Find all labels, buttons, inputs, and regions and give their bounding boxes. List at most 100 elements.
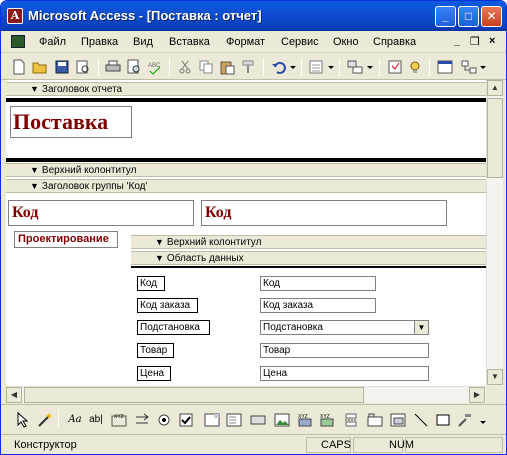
dropdown-arrow-icon[interactable]: ▼ <box>414 321 428 334</box>
group-code-field[interactable]: Код <box>201 200 447 226</box>
access-window: A Microsoft Access - [Поставка : отчет] … <box>0 0 507 455</box>
vertical-scrollbar[interactable]: ▲ ▼ <box>486 80 503 386</box>
access-key-icon[interactable]: A <box>7 8 23 24</box>
section-arrow-icon: ▼ <box>30 165 39 175</box>
menu-format[interactable]: Формат <box>226 36 265 48</box>
section-arrow-icon: ▼ <box>30 181 39 191</box>
subform-tool-icon[interactable] <box>390 412 406 428</box>
sorting-grouping-icon[interactable] <box>347 59 363 75</box>
section-group-header[interactable]: ▼ Заголовок группы 'Код' <box>6 179 486 193</box>
menu-file[interactable]: Файл <box>39 36 66 48</box>
field-textbox[interactable]: Код <box>260 276 376 291</box>
section-arrow-icon: ▼ <box>155 253 164 263</box>
label-tool-icon[interactable]: Aa <box>67 412 83 428</box>
option-button-tool-icon[interactable] <box>156 412 172 428</box>
subreport-label[interactable]: Проектирование <box>14 231 118 248</box>
line-tool-icon[interactable] <box>413 412 429 428</box>
field-label[interactable]: Код <box>137 276 165 291</box>
mdi-close-button[interactable]: × <box>489 35 495 47</box>
field-label[interactable]: Цена <box>137 366 171 381</box>
field-list-dropdown-icon[interactable] <box>327 59 335 75</box>
rectangle-tool-icon[interactable] <box>435 412 451 428</box>
tab-control-tool-icon[interactable] <box>367 412 383 428</box>
close-button[interactable]: ✕ <box>481 6 502 27</box>
toolbar-separator <box>379 58 380 76</box>
section-label: Верхний колонтитул <box>166 237 262 248</box>
scroll-right-icon[interactable]: ▶ <box>469 387 485 403</box>
field-label[interactable]: Код заказа <box>137 298 198 313</box>
svg-text:XYZ: XYZ <box>114 414 124 420</box>
mdi-restore-button[interactable]: ❐ <box>470 35 480 48</box>
subreport-section-detail[interactable]: ▼ Область данных <box>131 251 486 265</box>
copy-icon[interactable] <box>198 59 214 75</box>
field-textbox[interactable]: Цена <box>260 366 429 381</box>
subreport-section-page-header[interactable]: ▼ Верхний колонтитул <box>131 235 486 249</box>
combo-box-tool-icon[interactable] <box>204 412 220 428</box>
spelling-icon[interactable]: ABC <box>147 59 163 75</box>
build-icon[interactable] <box>407 59 423 75</box>
control-wizards-icon[interactable] <box>37 412 53 428</box>
report-design-surface[interactable]: ▼ Заголовок отчета Поставка ▼ Верхний коло… <box>6 80 486 386</box>
bound-object-frame-tool-icon[interactable]: XYZ <box>319 412 335 428</box>
vertical-scroll-thumb[interactable] <box>487 98 503 178</box>
menu-window[interactable]: Окно <box>333 36 359 48</box>
scroll-left-icon[interactable]: ◀ <box>6 387 22 403</box>
file-search-icon[interactable] <box>75 59 91 75</box>
field-textbox[interactable]: Код заказа <box>260 298 376 313</box>
minimize-button[interactable]: _ <box>435 6 456 27</box>
menu-tools[interactable]: Сервис <box>281 36 319 48</box>
combobox-value: Подстановка <box>263 322 323 333</box>
check-box-tool-icon[interactable] <box>178 412 194 428</box>
menu-edit[interactable]: Правка <box>81 36 118 48</box>
mdi-minimize-button[interactable]: _ <box>454 35 460 47</box>
toggle-button-tool-icon[interactable] <box>134 412 150 428</box>
group-code-label[interactable]: Код <box>8 200 194 226</box>
textbox-tool-icon[interactable]: ab| <box>88 412 104 428</box>
cut-icon[interactable] <box>177 59 193 75</box>
print-preview-icon[interactable] <box>126 59 142 75</box>
toolbox-options-dropdown-icon[interactable] <box>479 412 487 428</box>
page-break-tool-icon[interactable] <box>343 412 359 428</box>
unbound-object-frame-tool-icon[interactable]: XYZ <box>297 412 313 428</box>
select-objects-icon[interactable] <box>15 412 31 428</box>
field-label[interactable]: Подстановка <box>137 320 210 335</box>
horizontal-scroll-thumb[interactable] <box>24 387 364 403</box>
title-bar[interactable]: A Microsoft Access - [Поставка : отчет] … <box>1 1 506 31</box>
sorting-dropdown-icon[interactable] <box>366 59 374 75</box>
print-icon[interactable] <box>105 59 121 75</box>
new-icon[interactable] <box>11 59 27 75</box>
report-title-label[interactable]: Поставка <box>10 106 132 138</box>
paste-icon[interactable] <box>219 59 235 75</box>
undo-dropdown-icon[interactable] <box>289 59 297 75</box>
field-label[interactable]: Товар <box>137 343 174 358</box>
scroll-up-icon[interactable]: ▲ <box>487 80 503 96</box>
maximize-button[interactable]: □ <box>458 6 479 27</box>
scroll-down-icon[interactable]: ▼ <box>487 369 503 385</box>
properties-icon[interactable] <box>387 59 403 75</box>
new-object-icon[interactable] <box>461 59 477 75</box>
database-window-icon[interactable] <box>437 59 453 75</box>
undo-icon[interactable] <box>271 59 287 75</box>
save-icon[interactable] <box>54 59 70 75</box>
option-group-tool-icon[interactable]: XYZ <box>111 412 127 428</box>
more-controls-icon[interactable] <box>457 412 473 428</box>
toolbar-separator <box>169 58 170 76</box>
horizontal-scrollbar[interactable]: ◀ ▶ <box>6 386 486 403</box>
format-painter-icon[interactable] <box>240 59 256 75</box>
section-label: Область данных <box>166 253 244 264</box>
new-object-dropdown-icon[interactable] <box>479 59 487 75</box>
section-report-header[interactable]: ▼ Заголовок отчета <box>6 82 486 96</box>
field-textbox[interactable]: Товар <box>260 343 429 358</box>
list-box-tool-icon[interactable] <box>226 412 242 428</box>
section-divider <box>6 98 486 102</box>
section-page-header[interactable]: ▼ Верхний колонтитул <box>6 163 486 177</box>
open-icon[interactable] <box>32 59 48 75</box>
command-button-tool-icon[interactable] <box>250 412 266 428</box>
menu-help[interactable]: Справка <box>373 36 416 48</box>
menu-view[interactable]: Вид <box>133 36 153 48</box>
menu-insert[interactable]: Вставка <box>169 36 210 48</box>
field-combobox[interactable]: Подстановка ▼ <box>260 320 429 335</box>
report-doc-icon[interactable] <box>11 35 25 48</box>
field-list-icon[interactable] <box>308 59 324 75</box>
image-tool-icon[interactable] <box>274 412 290 428</box>
